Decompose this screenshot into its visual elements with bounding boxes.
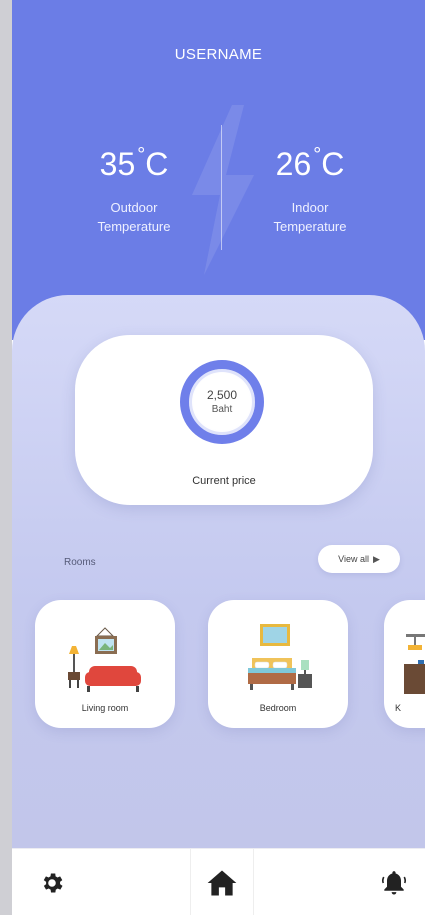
home-icon — [207, 870, 237, 895]
kitchen-icon — [404, 634, 425, 694]
price-gauge: 2,500 Baht — [180, 360, 264, 444]
indoor-temperature-label: Indoor Temperature — [273, 200, 347, 234]
app-screen: USERNAME 35 °C Outdoor Temperature 26 °C I… — [12, 0, 425, 915]
username-label: USERNAME — [174, 46, 263, 63]
nav-notifications-button[interactable] — [364, 849, 424, 915]
view-all-button[interactable]: View all ▶ — [318, 545, 400, 573]
indoor-temperature-value: 26 °C — [275, 144, 345, 182]
outdoor-temperature-label: Outdoor Temperature — [97, 200, 171, 234]
price-currency: Baht — [211, 403, 233, 415]
nav-settings-button[interactable] — [22, 849, 82, 915]
nav-home-button[interactable] — [190, 849, 254, 915]
room-label-kitchen: K — [394, 703, 401, 713]
rooms-title: Rooms — [64, 557, 96, 568]
room-card-kitchen[interactable]: K — [384, 600, 425, 728]
indoor-temperature: 26 °C Indoor Temperature — [210, 135, 410, 236]
outdoor-temperature: 35 °C Outdoor Temperature — [34, 135, 234, 236]
view-all-label: View all — [338, 554, 369, 564]
bottom-navigation — [12, 848, 425, 915]
play-arrow-icon: ▶ — [372, 553, 380, 564]
bedroom-icon — [248, 624, 312, 690]
room-card-living-room[interactable]: Living room — [35, 600, 175, 728]
room-label-living-room: Living room — [81, 703, 129, 713]
living-room-icon — [68, 627, 141, 692]
current-price-caption: Current price — [192, 475, 256, 487]
bell-icon — [381, 870, 407, 895]
header-section: USERNAME 35 °C Outdoor Temperature 26 °C I… — [12, 0, 425, 340]
outdoor-temperature-value: 35 °C — [99, 144, 169, 182]
gear-icon — [43, 872, 63, 893]
current-price-card[interactable]: Limit 2,500 Baht Current price — [75, 335, 373, 505]
room-label-bedroom: Bedroom — [259, 703, 297, 713]
room-card-bedroom[interactable]: Bedroom — [208, 600, 348, 728]
price-amount: 2,500 — [206, 387, 238, 402]
